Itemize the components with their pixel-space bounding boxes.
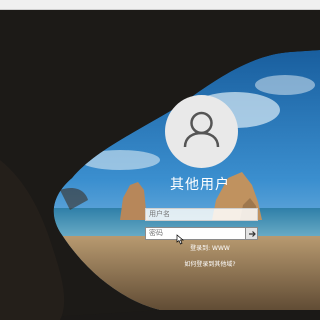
submit-button[interactable] [245,227,258,240]
how-sign-in-link[interactable]: 如何登录到其他域? [165,261,255,269]
top-bar [0,0,320,10]
lock-screen-background [0,10,320,320]
username-label: 其他用户 [170,177,230,193]
arrow-right-icon [249,231,256,237]
user-silhouette-icon [183,111,220,148]
sign-in-domain-text: 登录到: WWW [190,245,230,252]
user-avatar [165,95,238,168]
password-field[interactable]: 密码 [145,227,246,240]
username-field[interactable]: 用户名 [145,208,258,221]
